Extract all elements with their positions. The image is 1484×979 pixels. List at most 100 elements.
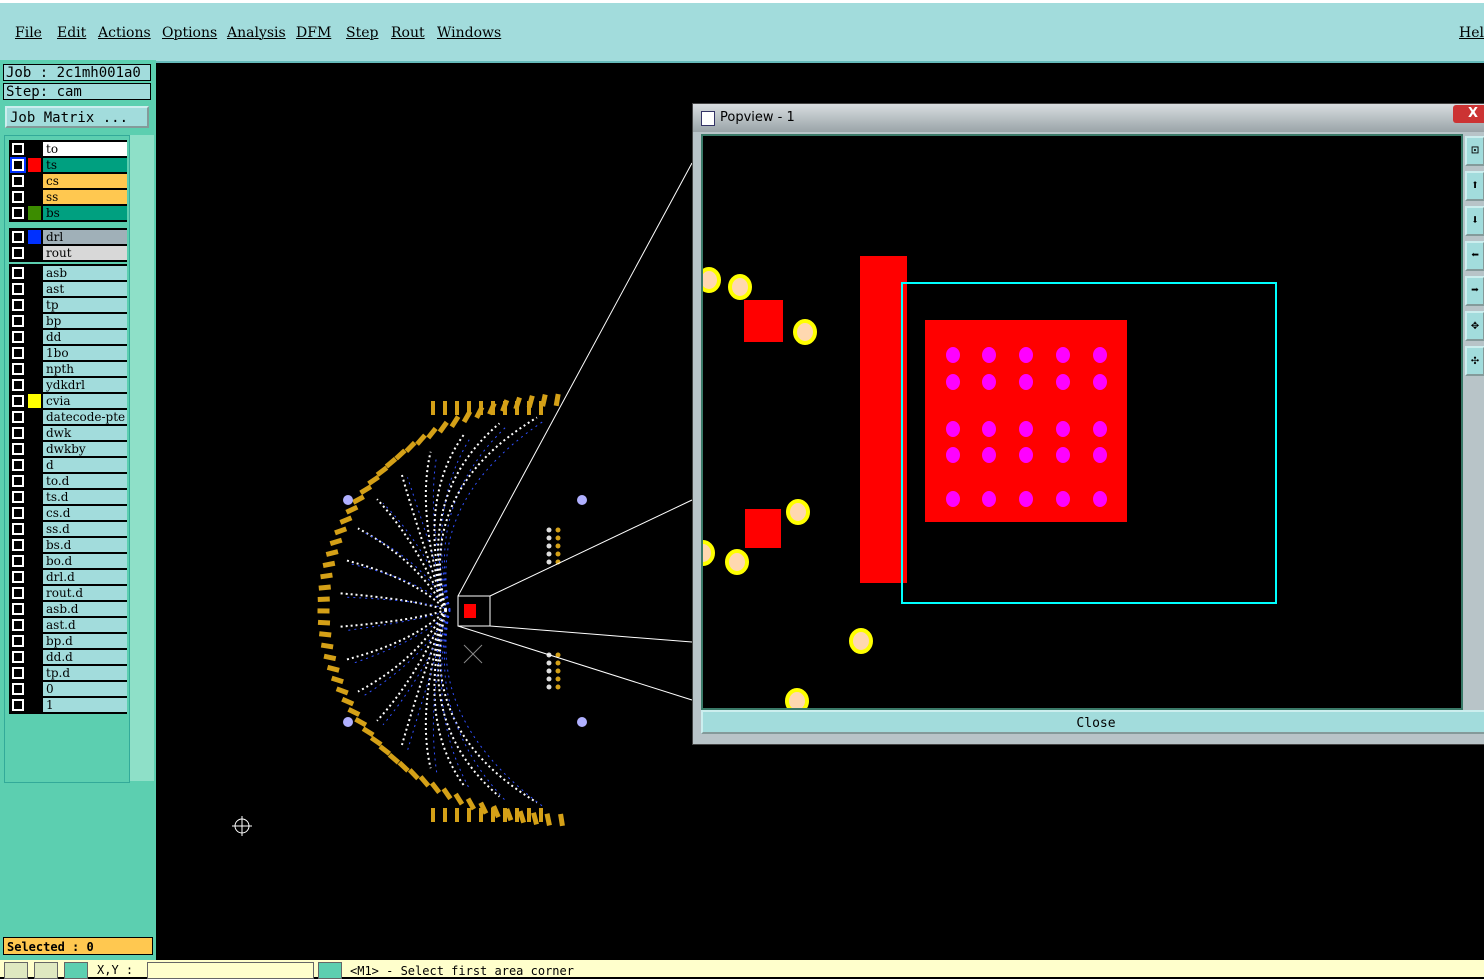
close-button[interactable]: Close	[701, 710, 1484, 734]
layer-row-dd[interactable]: dd	[9, 329, 127, 345]
layer-row-ast.d[interactable]: ast.d	[9, 617, 127, 633]
menu-windows[interactable]: Windows	[437, 25, 501, 41]
layer-row-bs[interactable]: bs	[9, 205, 127, 221]
layer-checkbox[interactable]	[12, 283, 24, 295]
layer-row-bp.d[interactable]: bp.d	[9, 633, 127, 649]
layer-row-datecode-pte[interactable]: datecode-pte	[9, 409, 127, 425]
layer-checkbox[interactable]	[12, 651, 24, 663]
layer-row-bo.d[interactable]: bo.d	[9, 553, 127, 569]
job-matrix-button[interactable]: Job Matrix ...	[5, 106, 149, 128]
layer-row-cs[interactable]: cs	[9, 173, 127, 189]
menu-step[interactable]: Step	[346, 25, 378, 41]
layer-row-tp.d[interactable]: tp.d	[9, 665, 127, 681]
menu-analysis[interactable]: Analysis	[227, 25, 286, 41]
layer-row-asb[interactable]: asb	[9, 265, 127, 281]
layer-checkbox[interactable]	[12, 347, 24, 359]
layer-checkbox[interactable]	[12, 523, 24, 535]
layer-row-asb.d[interactable]: asb.d	[9, 601, 127, 617]
layer-row-tp[interactable]: tp	[9, 297, 127, 313]
layer-checkbox[interactable]	[12, 571, 24, 583]
zoom-fit-icon[interactable]: ⊡	[1465, 136, 1484, 166]
layer-row-ts.d[interactable]: ts.d	[9, 489, 127, 505]
layer-checkbox[interactable]	[12, 475, 24, 487]
layer-row-cvia[interactable]: cvia	[9, 393, 127, 409]
layer-row-dd.d[interactable]: dd.d	[9, 649, 127, 665]
layer-row-rout.d[interactable]: rout.d	[9, 585, 127, 601]
layer-checkbox[interactable]	[12, 587, 24, 599]
layer-checkbox[interactable]	[12, 491, 24, 503]
layer-checkbox[interactable]	[12, 379, 24, 391]
menu-edit[interactable]: Edit	[57, 25, 86, 41]
check-icon[interactable]	[34, 962, 58, 979]
menu-options[interactable]: Options	[162, 25, 217, 41]
layer-checkbox[interactable]	[12, 315, 24, 327]
coordinate-input[interactable]	[147, 962, 314, 979]
layer-checkbox[interactable]	[12, 207, 24, 219]
zoom-out-icon[interactable]: ✥	[1465, 311, 1484, 341]
menu-file[interactable]: File	[15, 25, 42, 41]
layer-checkbox[interactable]	[12, 619, 24, 631]
layer-row-1[interactable]: 1	[9, 697, 127, 713]
layer-checkbox[interactable]	[12, 411, 24, 423]
popview-canvas[interactable]	[701, 134, 1463, 710]
pan-left-icon[interactable]: ⬅	[1465, 241, 1484, 271]
zoom-in-icon[interactable]: ✣	[1465, 346, 1484, 376]
layer-row-drl[interactable]: drl	[9, 229, 127, 245]
layer-row-ast[interactable]: ast	[9, 281, 127, 297]
layer-checkbox[interactable]	[12, 459, 24, 471]
layer-checkbox[interactable]	[12, 175, 24, 187]
layer-checkbox[interactable]	[12, 143, 24, 155]
layer-row-npth[interactable]: npth	[9, 361, 127, 377]
layer-checkbox[interactable]	[12, 299, 24, 311]
layer-checkbox[interactable]	[12, 699, 24, 711]
layer-checkbox[interactable]	[12, 231, 24, 243]
layer-checkbox[interactable]	[12, 507, 24, 519]
menu-dfm[interactable]: DFM	[296, 25, 331, 41]
menu-actions[interactable]: Actions	[98, 25, 151, 41]
layer-checkbox[interactable]	[12, 683, 24, 695]
layer-row-d[interactable]: d	[9, 457, 127, 473]
popview-titlebar[interactable]: Popview - 1 X	[693, 104, 1484, 132]
layer-checkbox[interactable]	[12, 603, 24, 615]
info-icon[interactable]	[318, 962, 342, 979]
layer-checkbox[interactable]	[12, 635, 24, 647]
layer-row-bs.d[interactable]: bs.d	[9, 537, 127, 553]
select-arrow-icon[interactable]	[4, 962, 28, 979]
layer-checkbox[interactable]	[12, 247, 24, 259]
layer-row-ss[interactable]: ss	[9, 189, 127, 205]
layer-checkbox[interactable]	[10, 157, 26, 173]
layer-row-dwk[interactable]: dwk	[9, 425, 127, 441]
close-icon[interactable]: X	[1453, 105, 1484, 123]
xy-label: X,Y :	[97, 963, 134, 977]
layer-checkbox[interactable]	[12, 331, 24, 343]
layer-checkbox[interactable]	[12, 191, 24, 203]
layer-row-1bo[interactable]: 1bo	[9, 345, 127, 361]
layer-checkbox[interactable]	[12, 443, 24, 455]
layer-list-scrollbar[interactable]	[130, 135, 154, 781]
layer-row-0[interactable]: 0	[9, 681, 127, 697]
menu-help[interactable]: Help	[1459, 25, 1484, 41]
layer-row-dwkby[interactable]: dwkby	[9, 441, 127, 457]
layer-row-ydkdrl[interactable]: ydkdrl	[9, 377, 127, 393]
menu-rout[interactable]: Rout	[391, 25, 425, 41]
pan-right-icon[interactable]: ➡	[1465, 276, 1484, 306]
layer-checkbox[interactable]	[12, 363, 24, 375]
layer-checkbox[interactable]	[12, 667, 24, 679]
layer-row-rout[interactable]: rout	[9, 245, 127, 261]
window-icon[interactable]	[64, 962, 88, 979]
pan-down-icon[interactable]: ⬇	[1465, 206, 1484, 236]
layer-checkbox[interactable]	[12, 267, 24, 279]
layer-row-bp[interactable]: bp	[9, 313, 127, 329]
pan-up-icon[interactable]: ⬆	[1465, 171, 1484, 201]
layer-row-to.d[interactable]: to.d	[9, 473, 127, 489]
pcb-pad	[317, 608, 330, 614]
layer-row-cs.d[interactable]: cs.d	[9, 505, 127, 521]
layer-row-drl.d[interactable]: drl.d	[9, 569, 127, 585]
layer-row-ts[interactable]: ts	[9, 157, 127, 173]
layer-row-ss.d[interactable]: ss.d	[9, 521, 127, 537]
layer-checkbox[interactable]	[12, 427, 24, 439]
layer-checkbox[interactable]	[12, 395, 24, 407]
layer-checkbox[interactable]	[12, 539, 24, 551]
layer-row-to[interactable]: to	[9, 141, 127, 157]
layer-checkbox[interactable]	[12, 555, 24, 567]
